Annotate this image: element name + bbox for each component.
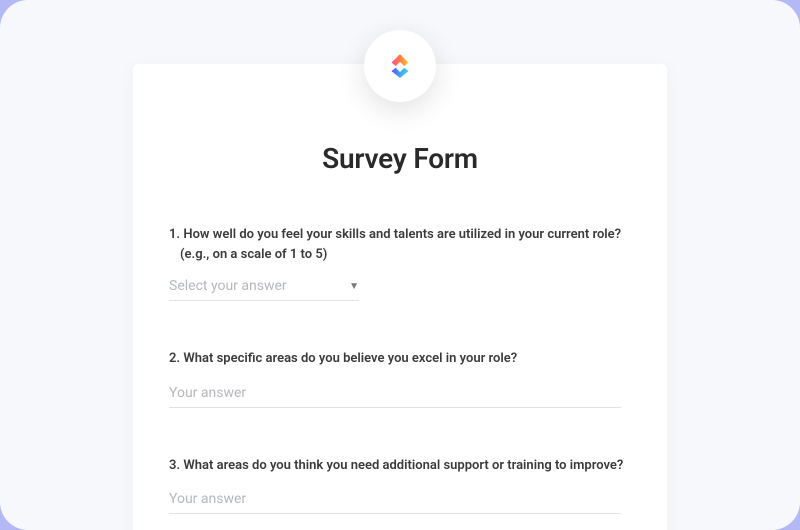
question-1-select-placeholder: Select your answer (169, 278, 349, 294)
question-3-label: 3. What areas do you think you need addi… (176, 456, 635, 476)
logo-badge (364, 30, 436, 102)
question-2-text: What specific areas do you believe you e… (183, 351, 517, 366)
question-1: 1. How well do you feel your skills and … (165, 225, 635, 301)
question-1-select[interactable]: Select your answer ▼ (169, 278, 359, 301)
question-3-text: What areas do you think you need additio… (183, 458, 623, 473)
question-1-label: 1. How well do you feel your skills and … (176, 225, 635, 245)
question-1-text: How well do you feel your skills and tal… (183, 227, 621, 242)
questions-list: 1. How well do you feel your skills and … (165, 225, 635, 514)
question-3-input[interactable] (169, 487, 621, 514)
question-2-number: 2. (169, 351, 180, 366)
question-3: 3. What areas do you think you need addi… (165, 456, 635, 515)
page-background: Survey Form 1. How well do you feel your… (0, 0, 800, 530)
question-1-number: 1. (169, 227, 180, 242)
survey-form-card: Survey Form 1. How well do you feel your… (133, 64, 667, 530)
clickup-logo-icon (383, 49, 417, 83)
question-3-number: 3. (169, 458, 180, 473)
question-2-label: 2. What specific areas do you believe yo… (176, 349, 635, 369)
question-2: 2. What specific areas do you believe yo… (165, 349, 635, 408)
question-1-sub: (e.g., on a scale of 1 to 5) (180, 245, 635, 265)
chevron-down-icon: ▼ (349, 281, 359, 292)
question-2-input[interactable] (169, 381, 621, 408)
